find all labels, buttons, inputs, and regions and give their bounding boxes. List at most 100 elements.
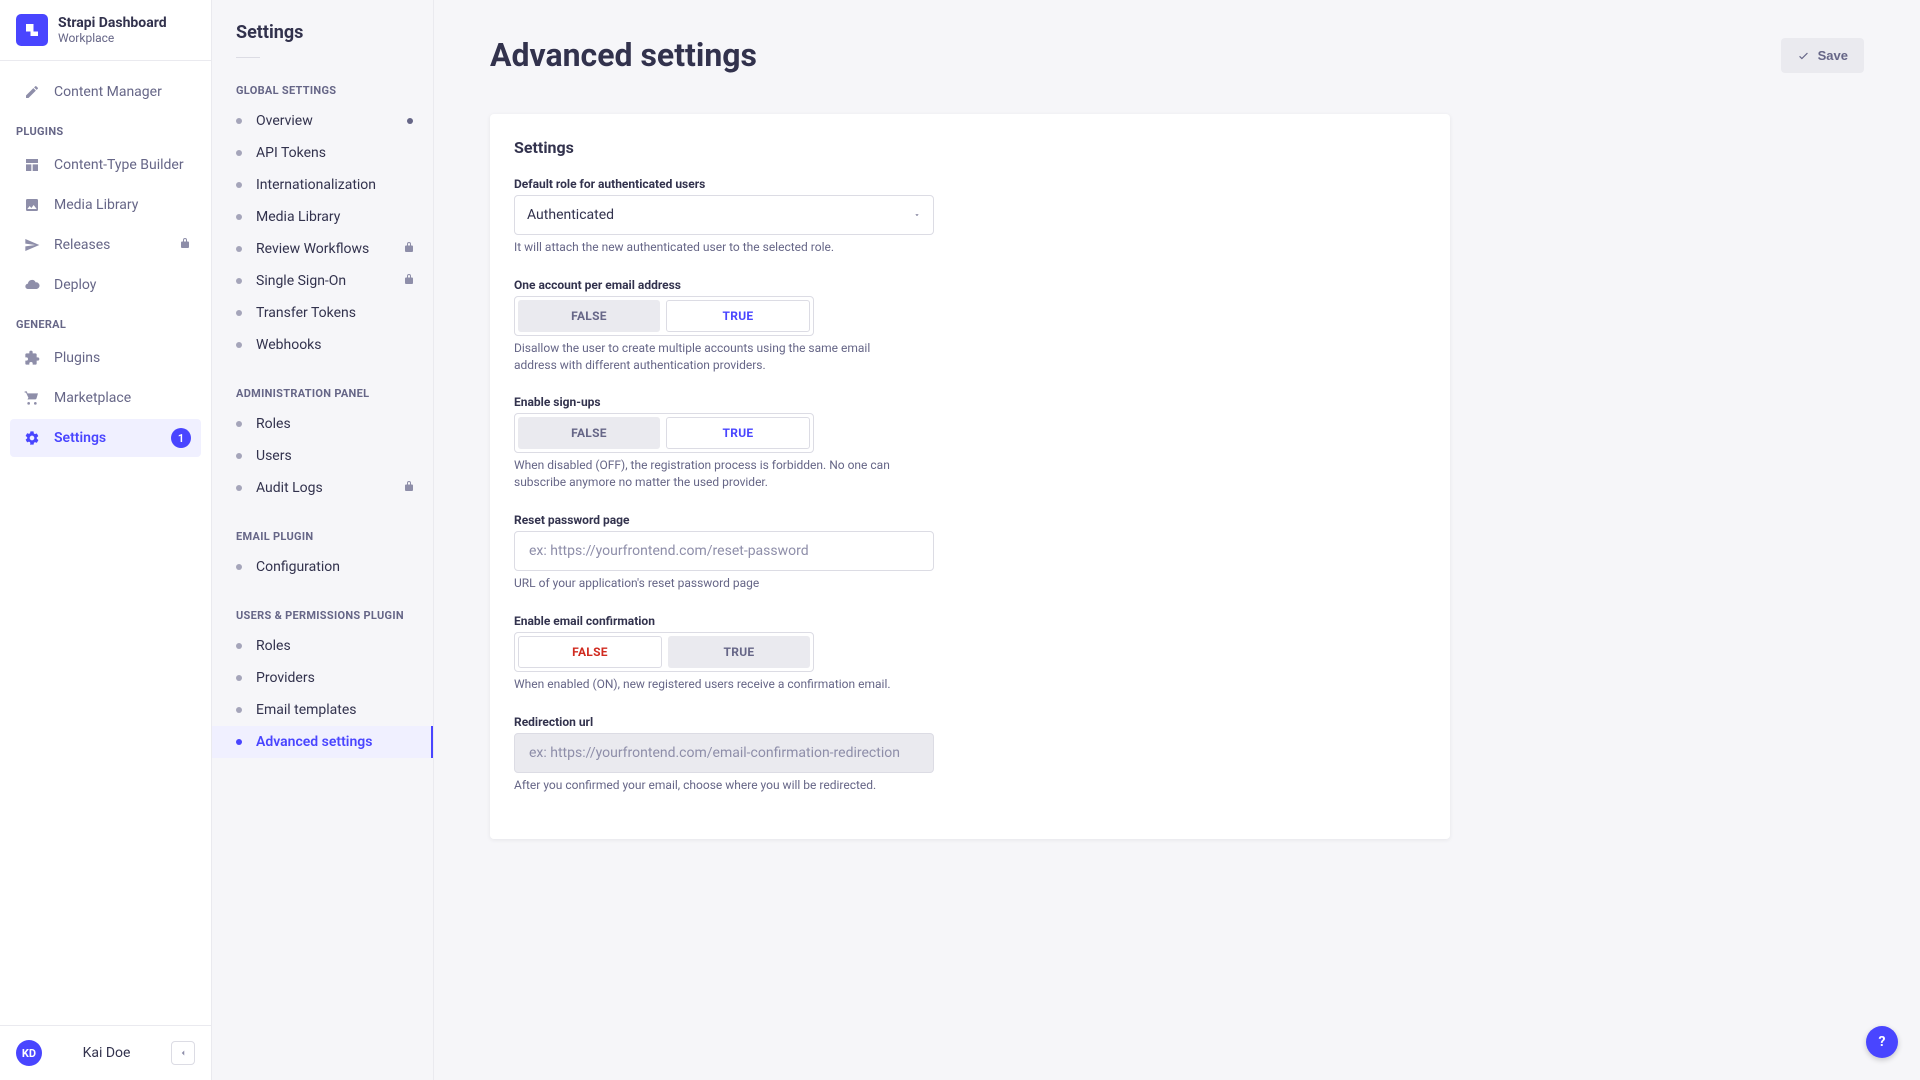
field-default-role: Default role for authenticated users Aut… xyxy=(514,177,934,256)
subnav-item-api-tokens[interactable]: API Tokens xyxy=(212,137,433,169)
bullet-icon xyxy=(236,421,242,427)
lock-icon xyxy=(403,241,415,257)
subnav-section-label: EMAIL PLUGIN xyxy=(212,504,433,551)
nav-footer: KD Kai Doe xyxy=(0,1025,211,1080)
nav-item-media-library[interactable]: Media Library xyxy=(10,186,201,224)
collapse-nav-button[interactable] xyxy=(171,1041,195,1065)
subnav-item-media-library[interactable]: Media Library xyxy=(212,201,433,233)
nav-item-label: Content Manager xyxy=(54,84,162,100)
subnav-item-internationalization[interactable]: Internationalization xyxy=(212,169,433,201)
lock-icon xyxy=(179,237,191,253)
input-reset-password[interactable] xyxy=(514,531,934,571)
toggle-false[interactable]: FALSE xyxy=(518,636,662,668)
toggle-true[interactable]: TRUE xyxy=(666,300,810,332)
puzzle-icon xyxy=(22,348,42,368)
nav-item-content-manager[interactable]: Content Manager xyxy=(10,73,201,111)
nav-item-settings[interactable]: Settings1 xyxy=(10,419,201,457)
label-reset-password: Reset password page xyxy=(514,513,934,527)
gear-icon xyxy=(22,428,42,448)
nav-item-label: Content-Type Builder xyxy=(54,157,184,173)
toggle-true[interactable]: TRUE xyxy=(666,417,810,449)
subnav-item-configuration[interactable]: Configuration xyxy=(212,551,433,583)
hint-enable-signups: When disabled (OFF), the registration pr… xyxy=(514,457,914,491)
nav-item-marketplace[interactable]: Marketplace xyxy=(10,379,201,417)
image-icon xyxy=(22,195,42,215)
subnav-title: Settings xyxy=(212,0,433,57)
subnav-item-label: Webhooks xyxy=(256,337,322,353)
settings-subnav: Settings GLOBAL SETTINGSOverviewAPI Toke… xyxy=(212,0,434,1080)
plane-icon xyxy=(22,235,42,255)
main-content: Advanced settings Save Settings Default … xyxy=(434,0,1920,1080)
subnav-item-transfer-tokens[interactable]: Transfer Tokens xyxy=(212,297,433,329)
bullet-icon xyxy=(236,278,242,284)
help-button[interactable]: ? xyxy=(1866,1026,1898,1058)
toggle-enable-signups[interactable]: FALSE TRUE xyxy=(514,413,814,453)
card-title: Settings xyxy=(514,138,1426,157)
subnav-item-users[interactable]: Users xyxy=(212,440,433,472)
subnav-item-review-workflows[interactable]: Review Workflows xyxy=(212,233,433,265)
select-default-role[interactable]: Authenticated xyxy=(514,195,934,235)
user-name: Kai Doe xyxy=(52,1045,161,1061)
nav-section-label: GENERAL xyxy=(0,306,211,337)
hint-email-confirmation: When enabled (ON), new registered users … xyxy=(514,676,914,693)
bullet-icon xyxy=(236,342,242,348)
nav-item-label: Plugins xyxy=(54,350,100,366)
field-enable-signups: Enable sign-ups FALSE TRUE When disabled… xyxy=(514,395,934,491)
brand-logo xyxy=(16,14,48,46)
subnav-item-roles[interactable]: Roles xyxy=(212,630,433,662)
nav-item-releases[interactable]: Releases xyxy=(10,226,201,264)
bullet-icon xyxy=(236,310,242,316)
bullet-icon xyxy=(236,675,242,681)
nav-item-deploy[interactable]: Deploy xyxy=(10,266,201,304)
subnav-section-label: ADMINISTRATION PANEL xyxy=(212,361,433,408)
brand-subtitle: Workplace xyxy=(58,31,167,45)
nav-item-label: Marketplace xyxy=(54,390,131,406)
bullet-icon xyxy=(236,564,242,570)
subnav-item-roles[interactable]: Roles xyxy=(212,408,433,440)
subnav-item-label: Transfer Tokens xyxy=(256,305,356,321)
toggle-false[interactable]: FALSE xyxy=(518,300,660,332)
bullet-icon xyxy=(236,214,242,220)
field-redirection-url: Redirection url After you confirmed your… xyxy=(514,715,934,794)
cloud-icon xyxy=(22,275,42,295)
subnav-item-label: Roles xyxy=(256,416,291,432)
bullet-icon xyxy=(236,182,242,188)
subnav-item-email-templates[interactable]: Email templates xyxy=(212,694,433,726)
lock-icon xyxy=(403,273,415,289)
subnav-item-providers[interactable]: Providers xyxy=(212,662,433,694)
nav-item-content-type-builder[interactable]: Content-Type Builder xyxy=(10,146,201,184)
bullet-icon xyxy=(236,453,242,459)
label-enable-signups: Enable sign-ups xyxy=(514,395,934,409)
hint-default-role: It will attach the new authenticated use… xyxy=(514,239,914,256)
toggle-false[interactable]: FALSE xyxy=(518,417,660,449)
nav-item-label: Settings xyxy=(54,430,106,446)
cart-icon xyxy=(22,388,42,408)
caret-down-icon xyxy=(913,211,921,219)
subnav-item-audit-logs[interactable]: Audit Logs xyxy=(212,472,433,504)
save-button[interactable]: Save xyxy=(1781,38,1864,73)
toggle-one-account[interactable]: FALSE TRUE xyxy=(514,296,814,336)
subnav-section-label: USERS & PERMISSIONS PLUGIN xyxy=(212,583,433,630)
avatar[interactable]: KD xyxy=(16,1040,42,1066)
nav-item-plugins[interactable]: Plugins xyxy=(10,339,201,377)
notification-dot-icon xyxy=(407,118,413,124)
field-email-confirmation: Enable email confirmation FALSE TRUE Whe… xyxy=(514,614,934,693)
nav-item-label: Media Library xyxy=(54,197,138,213)
bullet-icon xyxy=(236,150,242,156)
subnav-item-label: Review Workflows xyxy=(256,241,369,257)
subnav-item-overview[interactable]: Overview xyxy=(212,105,433,137)
subnav-item-webhooks[interactable]: Webhooks xyxy=(212,329,433,361)
field-reset-password: Reset password page URL of your applicat… xyxy=(514,513,934,592)
page-title: Advanced settings xyxy=(490,36,757,74)
bullet-icon xyxy=(236,739,242,745)
subnav-item-label: Configuration xyxy=(256,559,340,575)
subnav-item-label: Overview xyxy=(256,113,313,129)
check-icon xyxy=(1797,49,1810,62)
toggle-email-confirmation[interactable]: FALSE TRUE xyxy=(514,632,814,672)
subnav-item-label: Media Library xyxy=(256,209,340,225)
toggle-true[interactable]: TRUE xyxy=(668,636,810,668)
subnav-item-single-sign-on[interactable]: Single Sign-On xyxy=(212,265,433,297)
subnav-item-label: Single Sign-On xyxy=(256,273,346,289)
subnav-item-advanced-settings[interactable]: Advanced settings xyxy=(212,726,433,758)
subnav-item-label: Roles xyxy=(256,638,291,654)
